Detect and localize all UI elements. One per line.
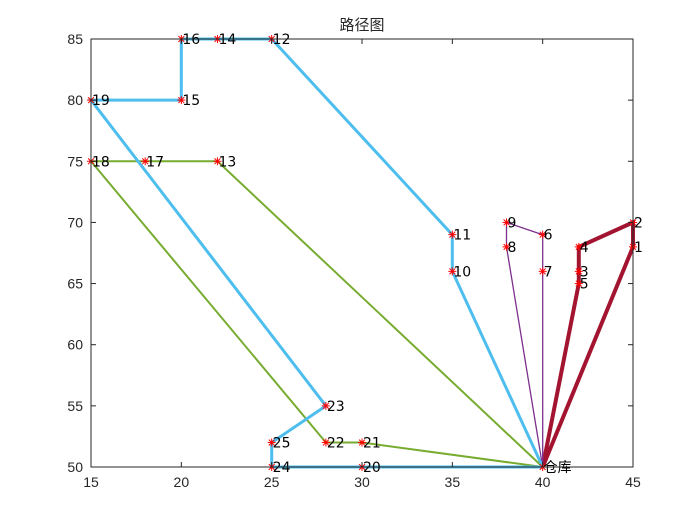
node-label: 21	[363, 436, 381, 452]
node-label: 25	[273, 436, 291, 452]
y-tick-label: 75	[67, 153, 83, 169]
node-label: 15	[182, 93, 200, 109]
route-chart: 路径图 仓库1234567891011121314151617181920212…	[0, 0, 700, 525]
chart-background	[0, 0, 700, 525]
x-tick-label: 45	[625, 474, 641, 490]
y-tick-label: 65	[67, 276, 83, 292]
node-label: 1	[634, 240, 643, 256]
node-label: 5	[580, 277, 589, 293]
y-tick-label: 50	[67, 459, 83, 475]
y-tick-label: 60	[67, 337, 83, 353]
node-label: 7	[544, 264, 553, 280]
node-label: 8	[508, 240, 517, 256]
node-label: 4	[580, 240, 589, 256]
node-label: 22	[327, 436, 345, 452]
node-label: 23	[327, 399, 345, 415]
x-tick-label: 20	[174, 474, 190, 490]
node-label: 17	[146, 154, 164, 170]
x-tick-label: 35	[445, 474, 461, 490]
x-tick-label: 30	[354, 474, 370, 490]
chart-title: 路径图	[339, 16, 384, 34]
node-label: 19	[92, 93, 110, 109]
y-tick-label: 70	[67, 214, 83, 230]
x-tick-label: 25	[264, 474, 280, 490]
node-label: 10	[453, 264, 471, 280]
node-label: 2	[634, 215, 643, 231]
node-label: 12	[273, 32, 291, 48]
node-label: 9	[508, 215, 517, 231]
node-label: 6	[544, 228, 553, 244]
node-label: 16	[182, 32, 200, 48]
x-tick-label: 40	[535, 474, 551, 490]
node-label: 14	[218, 32, 236, 48]
y-tick-label: 55	[67, 398, 83, 414]
x-tick-label: 15	[83, 474, 99, 490]
node-label: 11	[453, 228, 471, 244]
y-tick-label: 85	[67, 31, 83, 47]
y-tick-label: 80	[67, 92, 83, 108]
node-label: 18	[92, 154, 110, 170]
node-label: 13	[218, 154, 236, 170]
